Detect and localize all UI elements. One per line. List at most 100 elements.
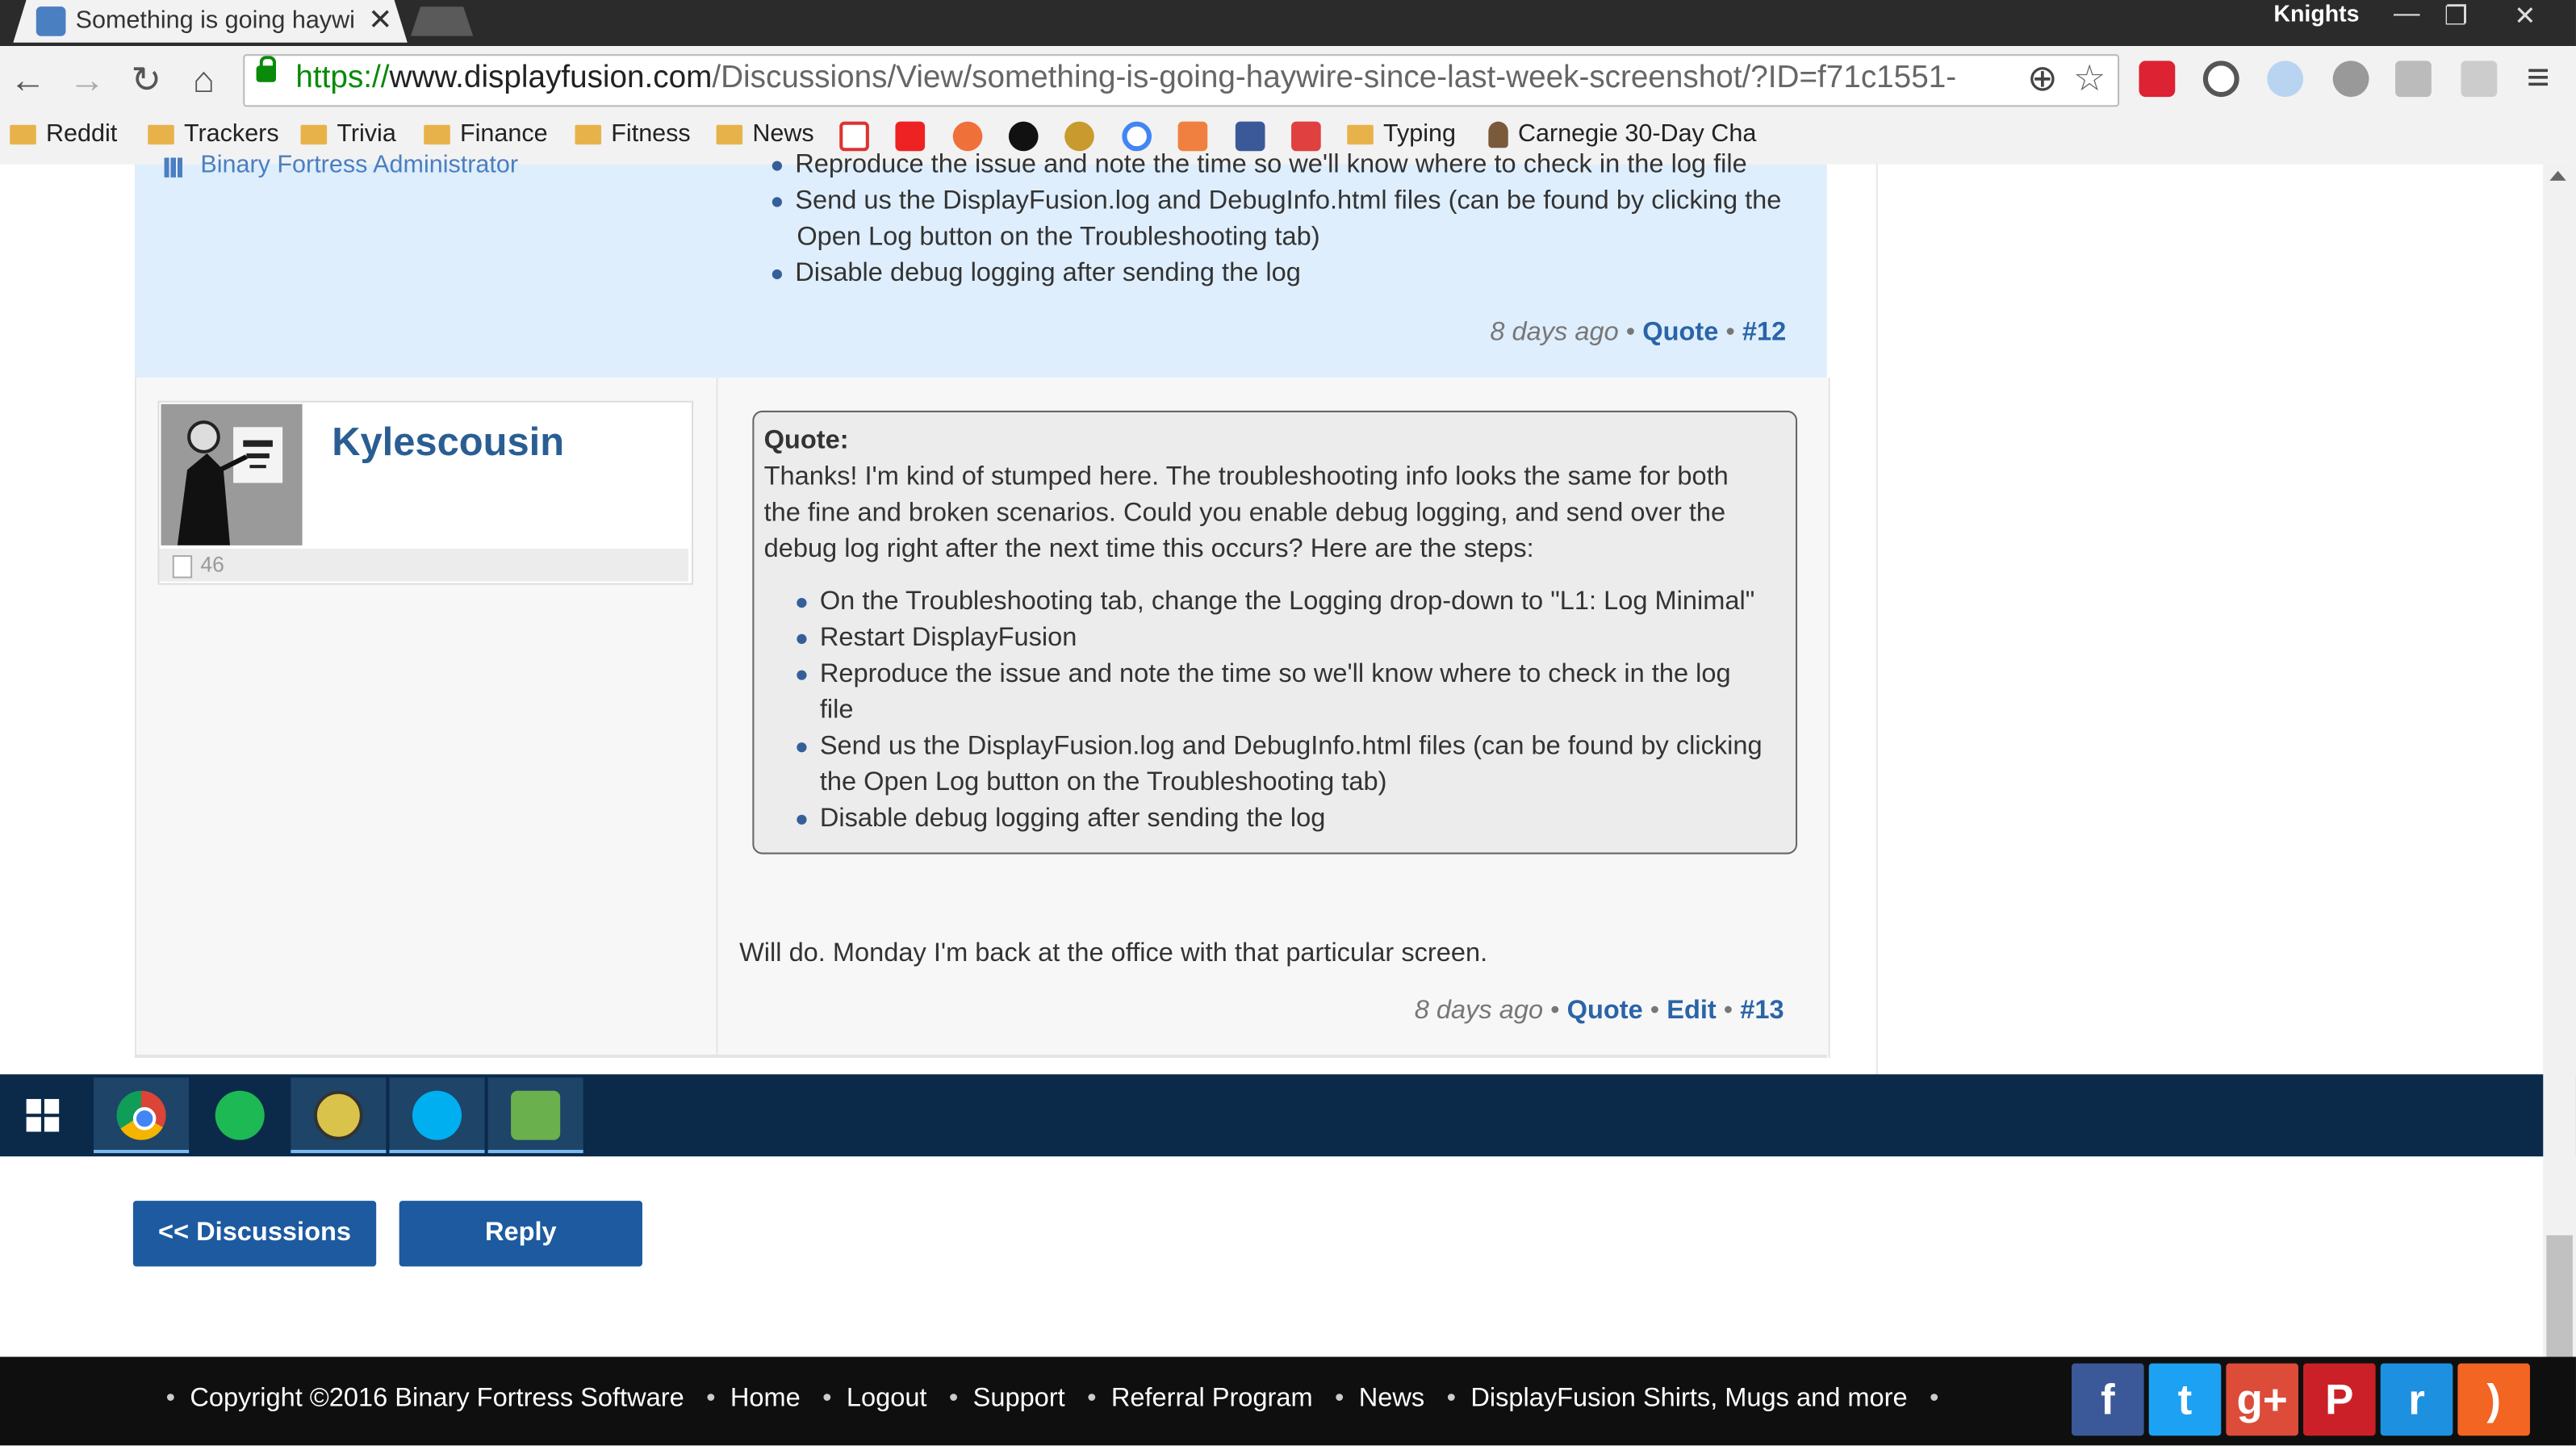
extension-gray-icon[interactable] <box>2395 61 2432 98</box>
facebook-icon[interactable]: f <box>2072 1363 2144 1436</box>
folder-icon <box>575 123 602 144</box>
youtube-icon[interactable] <box>895 121 926 152</box>
reply-button[interactable]: Reply <box>399 1201 642 1267</box>
chrome-center-icon <box>132 1107 157 1130</box>
bookmark-star-icon[interactable]: ☆ <box>2073 57 2106 100</box>
circle-bookmark-icon[interactable] <box>1008 121 1039 152</box>
footer-link-shop[interactable]: DisplayFusion Shirts, Mugs and more <box>1470 1385 1907 1413</box>
pinterest-icon[interactable]: P <box>2303 1363 2376 1436</box>
scroll-up-icon[interactable] <box>2549 170 2566 181</box>
windows-taskbar <box>0 1074 2576 1157</box>
bookmark-folder-trivia[interactable]: Trivia <box>300 119 396 148</box>
post12-author-panel <box>134 164 717 378</box>
quote-list-item-continued: file <box>819 696 854 725</box>
new-tab-button[interactable] <box>410 6 474 36</box>
extension-css-icon[interactable] <box>2461 61 2498 98</box>
admin-badge-icon <box>164 157 184 178</box>
post-divider <box>134 1054 1827 1058</box>
quote-link[interactable]: Quote <box>1642 319 1718 347</box>
rss-icon[interactable]: ) <box>2457 1363 2530 1436</box>
profile-name[interactable]: Knights <box>2273 0 2359 27</box>
window-close-icon[interactable]: ✕ <box>2500 0 2549 33</box>
bookmark-folder-fitness[interactable]: Fitness <box>575 119 691 148</box>
lock-icon <box>256 56 276 82</box>
bookmark-label: Fitness <box>611 119 691 148</box>
bookmark-folder-reddit[interactable]: Reddit <box>10 120 117 148</box>
url-scheme: https:// <box>295 61 390 96</box>
red-bookmark-icon[interactable] <box>1291 121 1321 152</box>
zoom-icon[interactable]: ⊕ <box>2027 57 2058 100</box>
quote-label: Quote: <box>763 427 849 455</box>
person-icon <box>1488 120 1508 148</box>
shield-bookmark-icon[interactable] <box>1064 121 1094 152</box>
footer-link-logout[interactable]: Logout <box>847 1385 927 1413</box>
url-path: /Discussions/View/something-is-going-hay… <box>712 61 1957 96</box>
twitter-icon[interactable]: t <box>2148 1363 2222 1436</box>
quote-link[interactable]: Quote <box>1567 997 1643 1026</box>
footer-link-news[interactable]: News <box>1359 1385 1424 1413</box>
menu-icon[interactable]: ≡ <box>2527 56 2550 102</box>
quote-line: debug log right after the next time this… <box>763 535 1534 564</box>
user-stats <box>159 548 688 582</box>
username[interactable]: Kylescousin <box>332 420 564 466</box>
list-item: Disable debug logging after sending the … <box>772 260 1301 290</box>
extension-bulb-icon[interactable] <box>2332 61 2369 98</box>
list-item-continued: Open Log button on the Troubleshooting t… <box>797 223 1320 252</box>
facebook-bookmark-icon[interactable] <box>1235 121 1265 152</box>
bookmark-label: Trackers <box>183 119 279 148</box>
post-count-icon <box>172 555 193 579</box>
scrollbar-thumb[interactable] <box>2546 1235 2573 1357</box>
link-icon[interactable] <box>952 121 983 152</box>
bookmark-folder-news[interactable]: News <box>716 119 814 148</box>
bookmark-folder-trackers[interactable]: Trackers <box>148 119 279 148</box>
folder-icon <box>1347 123 1374 144</box>
google-plus-icon[interactable]: g+ <box>2226 1363 2298 1436</box>
slides-icon[interactable] <box>1177 121 1208 152</box>
back-to-discussions-button[interactable]: << Discussions <box>132 1201 377 1267</box>
sidebar-divider <box>1876 164 1878 1075</box>
avatar[interactable] <box>161 403 303 545</box>
bookmark-folder-typing[interactable]: Typing <box>1347 120 1456 148</box>
quote-list-item: On the Troubleshooting tab, change the L… <box>797 588 1754 618</box>
folder-icon <box>10 123 36 144</box>
bookmark-label: Trivia <box>337 119 396 148</box>
extension-lock-icon[interactable] <box>2139 61 2176 98</box>
footer-link-support[interactable]: Support <box>973 1385 1065 1413</box>
gmail-icon[interactable] <box>839 121 869 152</box>
reddit-icon[interactable]: r <box>2380 1363 2453 1436</box>
quote-line: the fine and broken scenarios. Could you… <box>763 499 1726 528</box>
post-number-link[interactable]: #12 <box>1742 319 1786 347</box>
bookmark-folder-finance[interactable]: Finance <box>424 120 548 148</box>
bookmark-label: News <box>752 119 814 148</box>
footer-link-home[interactable]: Home <box>730 1385 801 1413</box>
url-text[interactable]: https://www.displayfusion.com/Discussion… <box>295 61 2024 97</box>
quote-list-item: Reproduce the issue and note the time so… <box>797 660 1731 690</box>
folder-icon <box>716 123 743 144</box>
footer-link-referral[interactable]: Referral Program <box>1111 1385 1313 1413</box>
post-count: 46 <box>200 551 224 577</box>
home-icon[interactable]: ⌂ <box>182 59 225 102</box>
extension-circle-icon[interactable] <box>2267 61 2304 98</box>
author-role: Binary Fortress Administrator <box>200 151 519 179</box>
list-item: Reproduce the issue and note the time so… <box>772 151 1747 181</box>
quote-list-item-continued: the Open Log button on the Troubleshooti… <box>819 768 1387 797</box>
minimize-icon[interactable]: — <box>2382 0 2432 30</box>
extension-sync-icon[interactable] <box>2202 61 2239 98</box>
edit-link[interactable]: Edit <box>1666 997 1717 1026</box>
list-item: Send us the DisplayFusion.log and DebugI… <box>772 187 1781 217</box>
google-icon[interactable] <box>1122 121 1152 152</box>
back-icon[interactable]: ← <box>6 59 49 102</box>
tab-close-icon[interactable]: ✕ <box>368 3 393 38</box>
scrollbar[interactable] <box>2543 164 2576 1357</box>
folder-icon <box>148 123 174 144</box>
spotify-icon <box>215 1090 265 1140</box>
restore-icon[interactable]: ❐ <box>2432 0 2481 33</box>
bookmark-carnegie[interactable]: Carnegie 30-Day Cha <box>1488 120 1756 148</box>
reload-icon[interactable]: ↻ <box>125 59 168 102</box>
forward-icon[interactable]: → <box>65 59 108 102</box>
post-number-link[interactable]: #13 <box>1740 997 1784 1026</box>
windows-start-icon[interactable] <box>26 1098 60 1132</box>
quote-list-item: Disable debug logging after sending the … <box>797 804 1325 834</box>
bookmark-label: Typing <box>1383 119 1457 148</box>
quote-line: Thanks! I'm kind of stumped here. The tr… <box>763 463 1729 491</box>
